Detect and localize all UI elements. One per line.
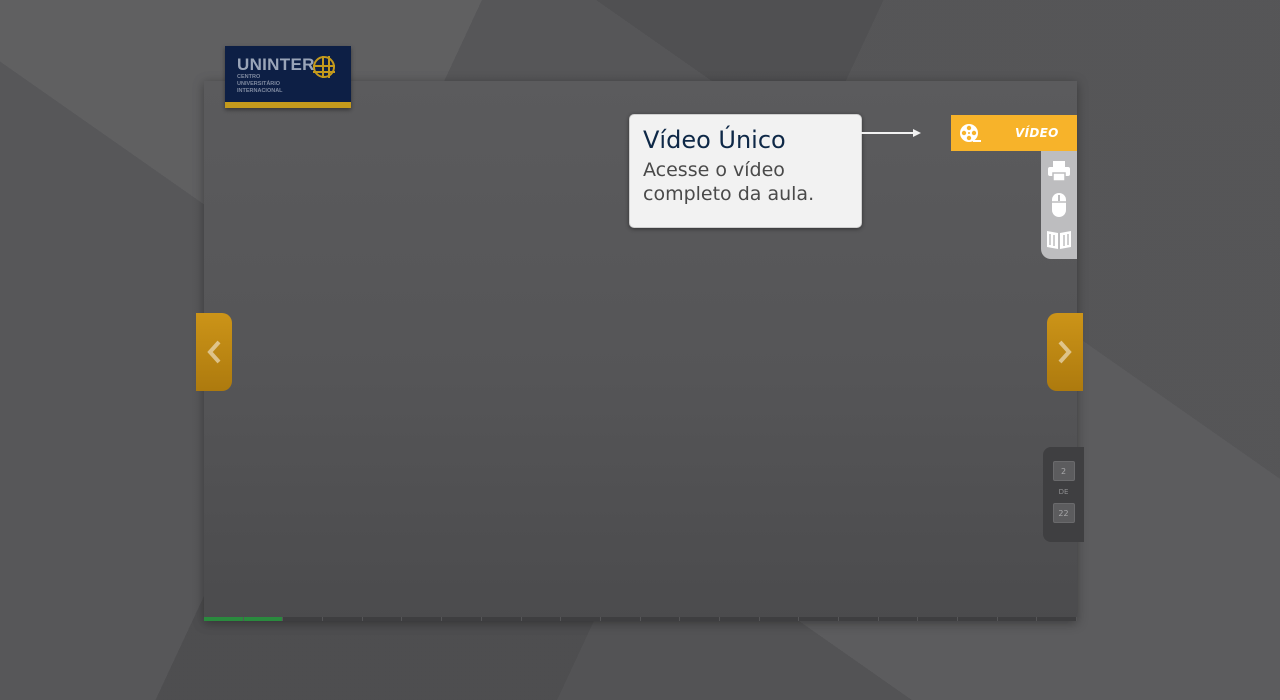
chevron-right-icon [1058,340,1072,364]
mouse-icon [1052,193,1066,217]
side-toolbar [1041,151,1077,259]
uninter-logo: UNINTER CENTRO UNIVERSITÁRIO INTERNACION… [225,46,351,108]
progress-segment [998,617,1038,621]
logo-subtitle-1: CENTRO [237,74,261,80]
progress-segment [601,617,641,621]
tooltip-title: Vídeo Único [643,126,786,154]
mouse-button[interactable] [1045,191,1073,219]
progress-segment [918,617,959,621]
progress-segment [402,617,443,621]
video-button-label: VÍDEO [1015,126,1059,140]
progress-segment [1037,617,1078,621]
book-icon [1047,231,1071,249]
progress-segment [839,617,879,621]
tooltip-body: Acesse o vídeo completo da aula. [643,159,815,205]
progress-segment [482,617,522,621]
page-counter: 2 DE 22 [1043,447,1084,542]
video-button[interactable]: VÍDEO [951,115,1077,151]
progress-segment [641,617,681,621]
progress-segment [323,617,363,621]
progress-segment [442,617,482,621]
progress-segment [799,617,839,621]
progress-segment [243,617,284,621]
next-page-button[interactable] [1047,313,1083,391]
total-pages: 22 [1052,503,1075,523]
progress-bar [204,617,1078,621]
tooltip-pointer-line [845,132,915,134]
page-separator: DE [1058,488,1069,496]
progress-segment [522,617,562,621]
progress-segment [760,617,800,621]
current-page[interactable]: 2 [1052,461,1075,481]
logo-subtitle-2: UNIVERSITÁRIO [237,81,281,87]
progress-segment [958,617,998,621]
progress-segment [879,617,919,621]
tooltip-pointer-arrow-icon [913,129,921,137]
progress-segment [204,617,244,621]
printer-icon [1048,161,1070,182]
progress-segment [680,617,720,621]
progress-segment [720,617,760,621]
print-button[interactable] [1045,157,1073,185]
film-reel-icon [959,122,981,144]
book-button[interactable] [1045,225,1073,253]
video-tooltip: Vídeo Único Acesse o vídeo completo da a… [629,114,862,228]
logo-subtitle-3: INTERNACIONAL [237,88,283,94]
globe-icon [313,56,335,78]
progress-segment [283,617,324,621]
progress-segment [561,617,601,621]
progress-segment [363,617,403,621]
prev-page-button[interactable] [196,313,232,391]
chevron-left-icon [207,340,221,364]
